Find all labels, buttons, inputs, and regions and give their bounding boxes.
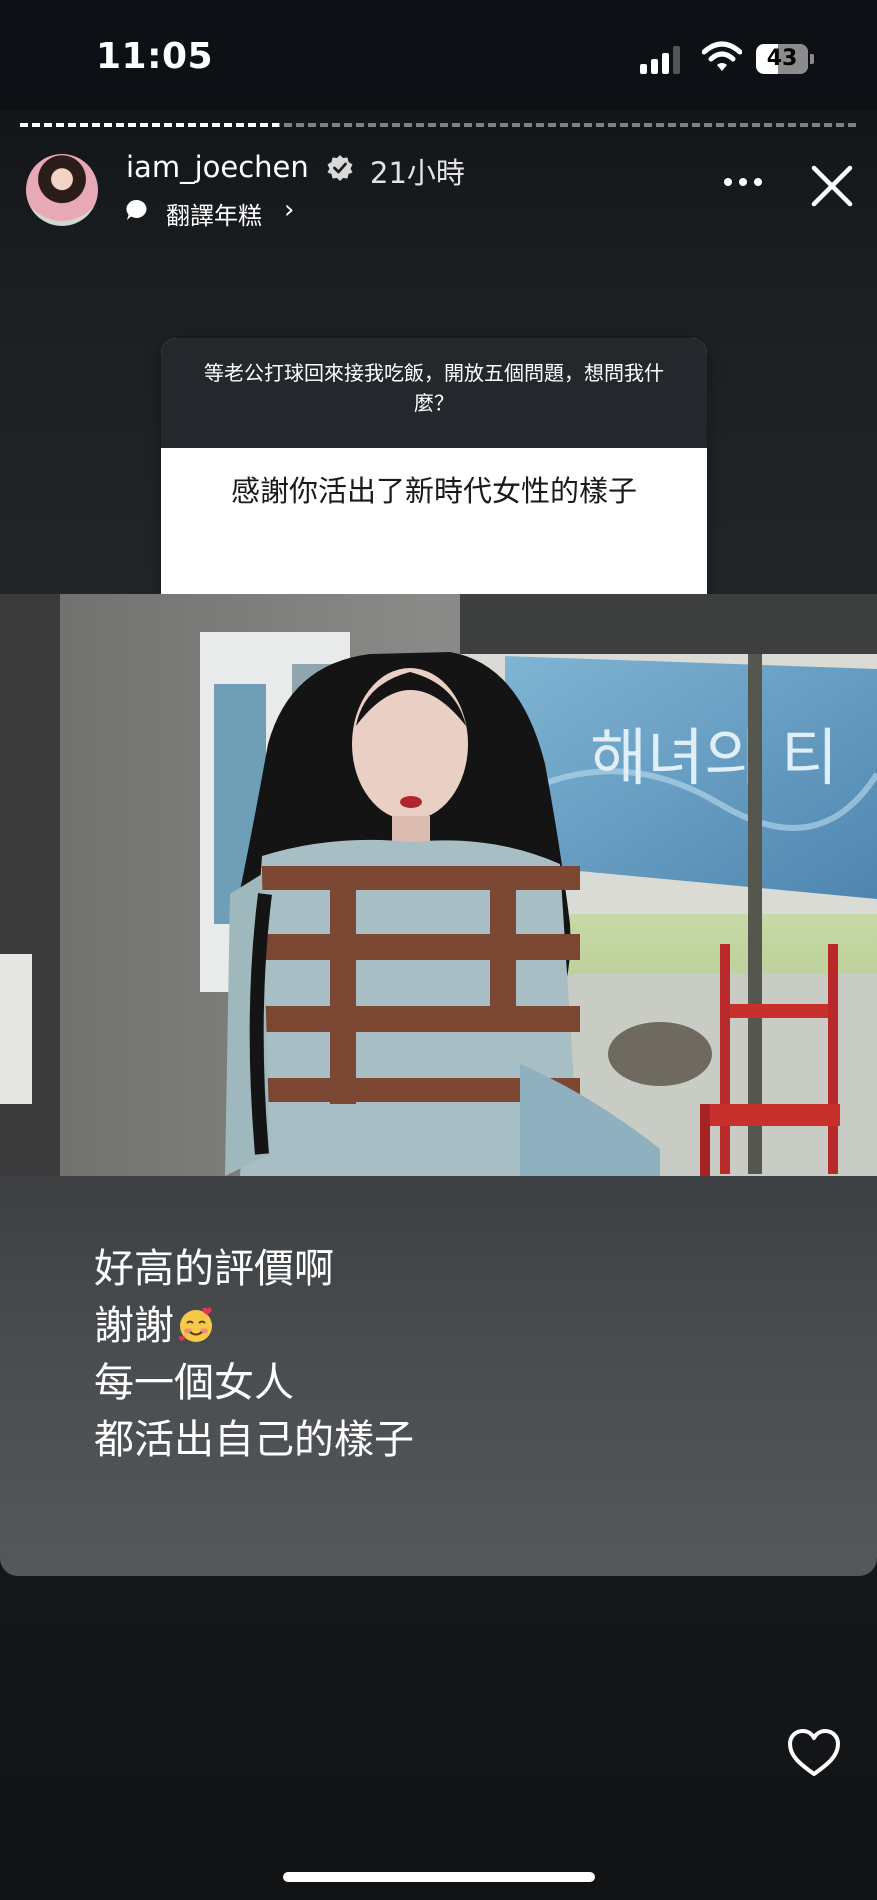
story-header: iam_joechen 21小時 翻譯年糕 › xyxy=(0,140,877,230)
verified-badge-icon xyxy=(327,155,353,181)
home-indicator[interactable] xyxy=(283,1872,595,1882)
chevron-right-icon: › xyxy=(284,195,295,225)
banner-text: 해녀의 티 xyxy=(590,721,838,794)
heart-icon[interactable] xyxy=(786,1728,842,1778)
battery-icon: 43 xyxy=(756,44,816,74)
wifi-icon xyxy=(702,41,742,71)
question-header: 等老公打球回來接我吃飯，開放五個問題，想問我什麼？ xyxy=(161,338,707,448)
close-icon[interactable] xyxy=(808,162,856,210)
smiling-face-with-hearts-icon xyxy=(178,1307,212,1342)
more-options-icon[interactable] xyxy=(724,178,764,188)
post-time: 21小時 xyxy=(370,156,465,190)
translate-label: 翻譯年糕 xyxy=(166,202,262,230)
status-time: 11:05 xyxy=(96,36,214,77)
story-photo: 해녀의 티 xyxy=(0,594,877,1176)
chat-bubble-icon xyxy=(126,199,147,220)
story-viewer[interactable]: iam_joechen 21小時 翻譯年糕 › 等老公打球回來接我吃飯，開放五個… xyxy=(0,110,877,1900)
reply-line-2: 謝謝 xyxy=(94,1293,216,1351)
reply-line-4: 都活出自己的樣子 xyxy=(94,1417,414,1463)
question-text: 等老公打球回來接我吃飯，開放五個問題，想問我什麼？ xyxy=(204,361,664,415)
cellular-signal-icon xyxy=(640,46,686,74)
answer-text: 感謝你活出了新時代女性的樣子 xyxy=(230,474,637,508)
story-progress-bar xyxy=(20,123,857,127)
reply-line-1: 好高的評價啊 xyxy=(94,1246,334,1292)
status-bar: 11:05 43 xyxy=(0,0,877,110)
reply-line-3: 每一個女人 xyxy=(94,1360,294,1406)
battery-level: 43 xyxy=(766,46,798,71)
username[interactable]: iam_joechen xyxy=(126,150,309,184)
reply-text-panel: 好高的評價啊 謝謝 每一個女人 都活出自己的樣子 xyxy=(0,1176,877,1576)
avatar[interactable] xyxy=(26,154,98,226)
